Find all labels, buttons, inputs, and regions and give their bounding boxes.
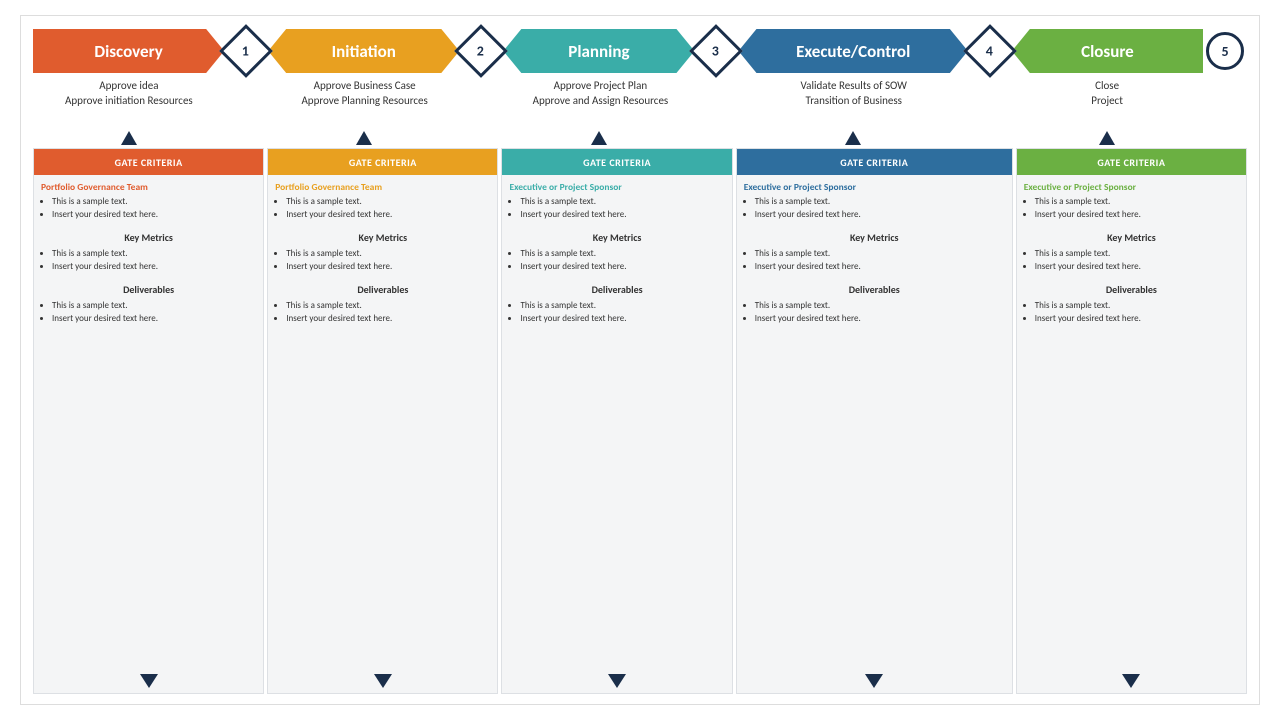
arrow-down-closure xyxy=(1017,674,1246,693)
deliverables-title-discovery: Deliverables xyxy=(41,283,256,296)
gate-criteria-list-execute: This is a sample text. Insert your desir… xyxy=(744,195,1005,221)
arrow-down-discovery xyxy=(34,674,263,693)
gate-4: 4 xyxy=(968,29,1012,73)
arrow-up-planning xyxy=(591,131,607,145)
gate-criteria-section: GATE CRITERIA Portfolio Governance Team … xyxy=(33,148,1247,694)
arrow-up-initiation xyxy=(356,131,372,145)
slide: Discovery 1 Initiation 2 Planning xyxy=(20,15,1260,705)
arrow-up-closure xyxy=(1099,131,1115,145)
key-metrics-list-execute: This is a sample text. Insert your desir… xyxy=(744,247,1005,273)
gate-2: 2 xyxy=(459,29,503,73)
deliverables-title-closure: Deliverables xyxy=(1024,283,1239,296)
arrow-down-execute xyxy=(737,674,1012,693)
col-execute-content: Executive or Project Sponsor This is a s… xyxy=(737,175,1012,674)
gate-criteria-list-initiation: This is a sample text. Insert your desir… xyxy=(275,195,490,221)
arrow-down-initiation xyxy=(268,674,497,693)
team-label-initiation: Portfolio Governance Team xyxy=(275,181,490,193)
key-metrics-title-discovery: Key Metrics xyxy=(41,231,256,244)
gate-1: 1 xyxy=(224,29,268,73)
col-planning-content: Executive or Project Sponsor This is a s… xyxy=(502,175,731,674)
phase-execute: Execute/Control xyxy=(738,29,967,73)
col-discovery: GATE CRITERIA Portfolio Governance Team … xyxy=(33,148,264,694)
phase-planning: Planning xyxy=(503,29,694,73)
desc-planning: Approve Project PlanApprove and Assign R… xyxy=(505,76,697,128)
gate-header-initiation: GATE CRITERIA xyxy=(268,149,497,175)
desc-initiation: Approve Business CaseApprove Planning Re… xyxy=(269,76,461,128)
key-metrics-list-planning: This is a sample text. Insert your desir… xyxy=(509,247,724,273)
key-metrics-list-initiation: This is a sample text. Insert your desir… xyxy=(275,247,490,273)
phase-bar: Discovery 1 Initiation 2 Planning xyxy=(33,26,1247,76)
phase-closure: Closure xyxy=(1012,29,1203,73)
gate-criteria-list-discovery: This is a sample text. Insert your desir… xyxy=(41,195,256,221)
deliverables-title-execute: Deliverables xyxy=(744,283,1005,296)
team-label-planning: Executive or Project Sponsor xyxy=(509,181,724,193)
gate-header-discovery: GATE CRITERIA xyxy=(34,149,263,175)
deliverables-list-initiation: This is a sample text. Insert your desir… xyxy=(275,299,490,325)
deliverables-list-discovery: This is a sample text. Insert your desir… xyxy=(41,299,256,325)
gate-header-closure: GATE CRITERIA xyxy=(1017,149,1246,175)
arrow-up-discovery xyxy=(121,131,137,145)
desc-row: Approve ideaApprove initiation Resources… xyxy=(33,76,1247,128)
arrow-up-execute xyxy=(845,131,861,145)
deliverables-list-planning: This is a sample text. Insert your desir… xyxy=(509,299,724,325)
key-metrics-list-closure: This is a sample text. Insert your desir… xyxy=(1024,247,1239,273)
deliverables-title-initiation: Deliverables xyxy=(275,283,490,296)
phase-initiation: Initiation xyxy=(268,29,459,73)
key-metrics-title-planning: Key Metrics xyxy=(509,231,724,244)
deliverables-title-planning: Deliverables xyxy=(509,283,724,296)
team-label-closure: Executive or Project Sponsor xyxy=(1024,181,1239,193)
deliverables-list-execute: This is a sample text. Insert your desir… xyxy=(744,299,1005,325)
key-metrics-list-discovery: This is a sample text. Insert your desir… xyxy=(41,247,256,273)
col-initiation-content: Portfolio Governance Team This is a samp… xyxy=(268,175,497,674)
gate-header-planning: GATE CRITERIA xyxy=(502,149,731,175)
gate-criteria-list-planning: This is a sample text. Insert your desir… xyxy=(509,195,724,221)
phase-discovery: Discovery xyxy=(33,29,224,73)
gate-5: 5 xyxy=(1203,29,1247,73)
desc-closure: CloseProject xyxy=(1011,76,1203,128)
desc-discovery: Approve ideaApprove initiation Resources xyxy=(33,76,225,128)
col-planning: GATE CRITERIA Executive or Project Spons… xyxy=(501,148,732,694)
arrow-up-row xyxy=(33,130,1247,146)
desc-execute: Validate Results of SOWTransition of Bus… xyxy=(740,76,967,128)
key-metrics-title-closure: Key Metrics xyxy=(1024,231,1239,244)
col-discovery-content: Portfolio Governance Team This is a samp… xyxy=(34,175,263,674)
col-initiation: GATE CRITERIA Portfolio Governance Team … xyxy=(267,148,498,694)
team-label-execute: Executive or Project Sponsor xyxy=(744,181,1005,193)
key-metrics-title-initiation: Key Metrics xyxy=(275,231,490,244)
team-label-discovery: Portfolio Governance Team xyxy=(41,181,256,193)
col-closure-content: Executive or Project Sponsor This is a s… xyxy=(1017,175,1246,674)
gate-header-execute: GATE CRITERIA xyxy=(737,149,1012,175)
gate-criteria-list-closure: This is a sample text. Insert your desir… xyxy=(1024,195,1239,221)
gate-3: 3 xyxy=(694,29,738,73)
deliverables-list-closure: This is a sample text. Insert your desir… xyxy=(1024,299,1239,325)
key-metrics-title-execute: Key Metrics xyxy=(744,231,1005,244)
col-closure: GATE CRITERIA Executive or Project Spons… xyxy=(1016,148,1247,694)
arrow-down-planning xyxy=(502,674,731,693)
col-execute: GATE CRITERIA Executive or Project Spons… xyxy=(736,148,1013,694)
